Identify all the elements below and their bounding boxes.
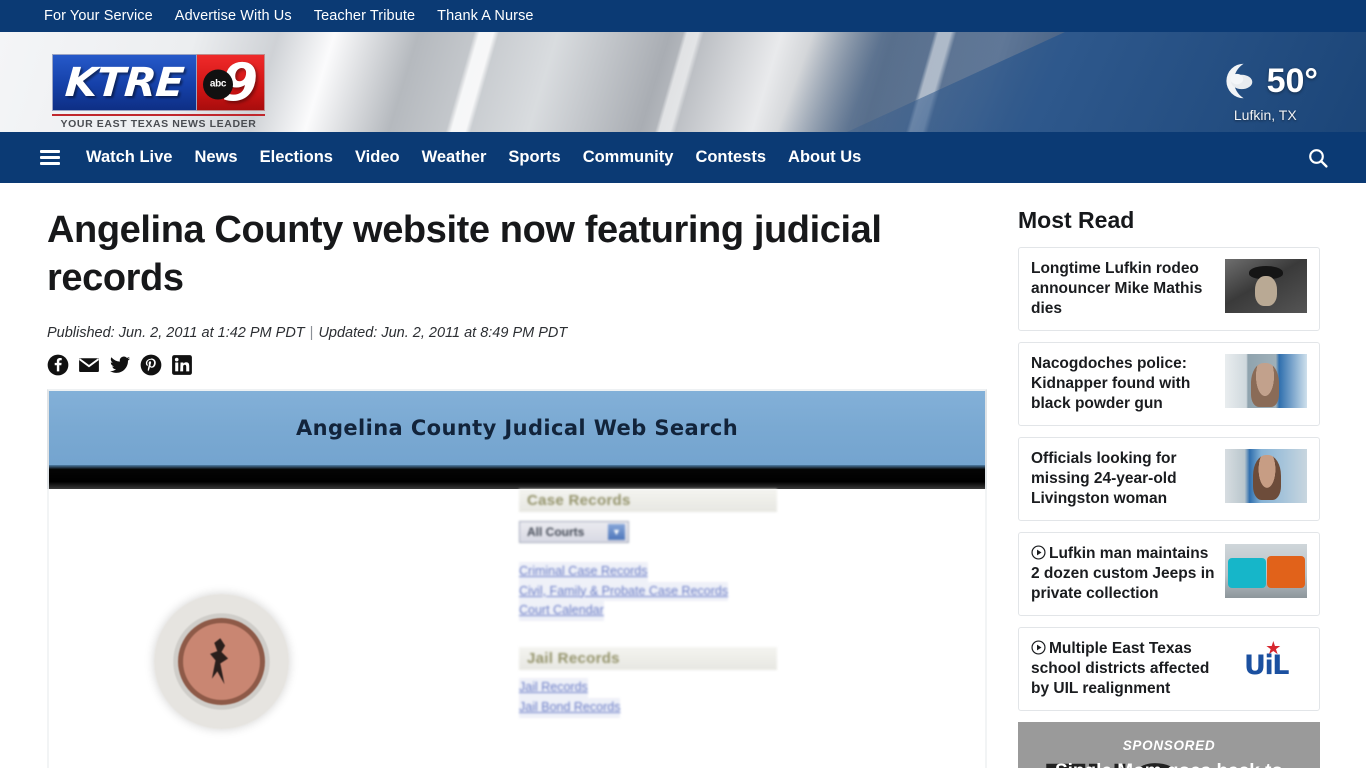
nav-item-sports[interactable]: Sports [508, 148, 560, 167]
most-read-item-3-label: Officials looking for missing 24-year-ol… [1031, 449, 1177, 507]
uil-logo-thumb: UiL ★ [1225, 638, 1307, 693]
play-icon [1031, 545, 1046, 560]
nav-item-weather[interactable]: Weather [422, 148, 487, 167]
most-read-item-4-wrap: Lufkin man maintains 2 dozen custom Jeep… [1031, 544, 1215, 604]
screenshot-body: Case Records All Courts ▼ Criminal Case … [47, 488, 987, 768]
most-read-item-2-label: Nacogdoches police: Kidnapper found with… [1031, 354, 1191, 412]
link-court-calendar[interactable]: Court Calendar [519, 601, 604, 621]
most-read-item-4[interactable]: Lufkin man maintains 2 dozen custom Jeep… [1018, 531, 1320, 616]
hamburger-icon[interactable] [40, 150, 60, 165]
byline-separator: | [309, 324, 314, 341]
page-title: Angelina County website now featuring ju… [47, 209, 882, 299]
sponsored-promo[interactable]: TUG SPONSORED Single Mom goes back to sc… [1018, 721, 1320, 768]
link-jail-records[interactable]: Jail Records [519, 678, 588, 698]
utility-link-thank-a-nurse[interactable]: Thank A Nurse [437, 8, 533, 24]
updated-timestamp: Updated: Jun. 2, 2011 at 8:49 PM PDT [318, 324, 568, 341]
article-image: Angelina County Judical Web Search Case … [47, 388, 987, 768]
nav-item-community[interactable]: Community [583, 148, 674, 167]
nav-item-elections[interactable]: Elections [260, 148, 333, 167]
main-navigation: Watch Live News Elections Video Weather … [0, 132, 1366, 183]
nav-item-contests[interactable]: Contests [695, 148, 766, 167]
uil-wordmark: UiL ★ [1244, 638, 1289, 682]
case-records-links: Criminal Case Records Civil, Family & Pr… [519, 561, 839, 621]
angelina-county-seal-icon [154, 593, 289, 729]
sidebar: Most Read Longtime Lufkin rodeo announce… [1010, 183, 1366, 768]
logo-blocks: KTRE abc 9 [52, 54, 265, 111]
seal-emblem-icon [210, 638, 229, 685]
screenshot-menu-bar [47, 464, 987, 489]
email-share-icon[interactable] [78, 354, 100, 376]
published-timestamp: Published: Jun. 2, 2011 at 1:42 PM PDT [47, 324, 305, 341]
weather-row: 50° [1213, 58, 1318, 104]
most-read-item-1-label: Longtime Lufkin rodeo announcer Mike Mat… [1031, 260, 1203, 317]
utility-link-advertise-with-us[interactable]: Advertise With Us [175, 8, 292, 24]
logo-channel-block: abc 9 [197, 54, 265, 111]
facebook-share-icon[interactable] [47, 354, 69, 376]
utility-link-for-your-service[interactable]: For Your Service [44, 8, 153, 24]
search-icon[interactable] [1306, 146, 1330, 170]
link-criminal-case-records[interactable]: Criminal Case Records [519, 561, 648, 582]
article-byline: Published: Jun. 2, 2011 at 1:42 PM PDT | U… [47, 325, 986, 341]
sponsored-label: SPONSORED [1122, 737, 1216, 753]
mugshot-thumb [1225, 353, 1307, 408]
most-read-item-5-label: Multiple East Texas school districts aff… [1031, 639, 1210, 697]
most-read-title: Most Read [1018, 207, 1135, 233]
twitter-share-icon[interactable] [109, 354, 131, 376]
moon-cloud-icon [1225, 63, 1252, 99]
court-select-value: All Courts [527, 524, 585, 539]
logo-divider [52, 114, 265, 116]
most-read-item-5[interactable]: Multiple East Texas school districts aff… [1018, 626, 1320, 711]
jail-records-heading: Jail Records [519, 647, 777, 670]
nav-item-about-us[interactable]: About Us [788, 148, 861, 167]
jail-records-links: Jail Records Jail Bond Records [519, 678, 839, 718]
weather-widget[interactable]: 50° Lufkin, TX [1213, 58, 1318, 123]
custom-jeeps-thumb [1225, 543, 1307, 598]
nav-item-news[interactable]: News [195, 148, 238, 167]
abc-network-icon: abc [203, 69, 233, 99]
logo-call-letters: KTRE [63, 59, 186, 106]
nav-item-watch-live[interactable]: Watch Live [86, 148, 173, 167]
play-icon [1031, 640, 1046, 655]
pinterest-share-icon[interactable] [140, 354, 162, 376]
link-civil-family-probate-case-records[interactable]: Civil, Family & Probate Case Records [519, 581, 729, 602]
most-read-item-3[interactable]: Officials looking for missing 24-year-ol… [1018, 436, 1320, 521]
sponsored-headline: Single Mom goes back to school to pursue… [1018, 761, 1320, 768]
article-column: Angelina County website now featuring ju… [0, 183, 1010, 768]
linkedin-share-icon[interactable] [171, 354, 193, 376]
utility-bar: For Your Service Advertise With Us Teach… [0, 0, 1366, 32]
screenshot-banner: Angelina County Judical Web Search [47, 388, 987, 465]
logo-call-letters-block: KTRE [52, 54, 197, 111]
court-select[interactable]: All Courts ▼ [519, 520, 629, 543]
nav-item-video[interactable]: Video [355, 148, 400, 167]
chevron-down-icon: ▼ [608, 523, 625, 540]
utility-link-teacher-tribute[interactable]: Teacher Tribute [314, 8, 415, 24]
screenshot-banner-title: Angelina County Judical Web Search [295, 415, 739, 440]
masthead: KTRE abc 9 YOUR EAST TEXAS NEWS LEADER 5… [0, 32, 1366, 132]
ktre-9-logo[interactable]: KTRE abc 9 YOUR EAST TEXAS NEWS LEADER [52, 54, 265, 130]
rodeo-announcer-thumb [1225, 259, 1307, 313]
most-read-item-4-label: Lufkin man maintains 2 dozen custom Jeep… [1031, 544, 1215, 602]
share-bar [47, 354, 986, 376]
logo-tagline: YOUR EAST TEXAS NEWS LEADER [60, 118, 257, 130]
weather-location: Lufkin, TX [1233, 107, 1297, 123]
most-read-item-5-wrap: Multiple East Texas school districts aff… [1031, 639, 1215, 699]
missing-woman-thumb [1225, 448, 1307, 503]
screenshot-records-panel: Case Records All Courts ▼ Criminal Case … [519, 488, 839, 718]
most-read-item-2[interactable]: Nacogdoches police: Kidnapper found with… [1018, 341, 1320, 426]
star-icon: ★ [1265, 638, 1281, 660]
link-jail-bond-records[interactable]: Jail Bond Records [519, 697, 621, 718]
page-body: Angelina County website now featuring ju… [0, 183, 1366, 768]
most-read-item-1[interactable]: Longtime Lufkin rodeo announcer Mike Mat… [1018, 247, 1320, 331]
weather-temperature: 50° [1266, 62, 1318, 100]
case-records-heading: Case Records [519, 488, 777, 512]
